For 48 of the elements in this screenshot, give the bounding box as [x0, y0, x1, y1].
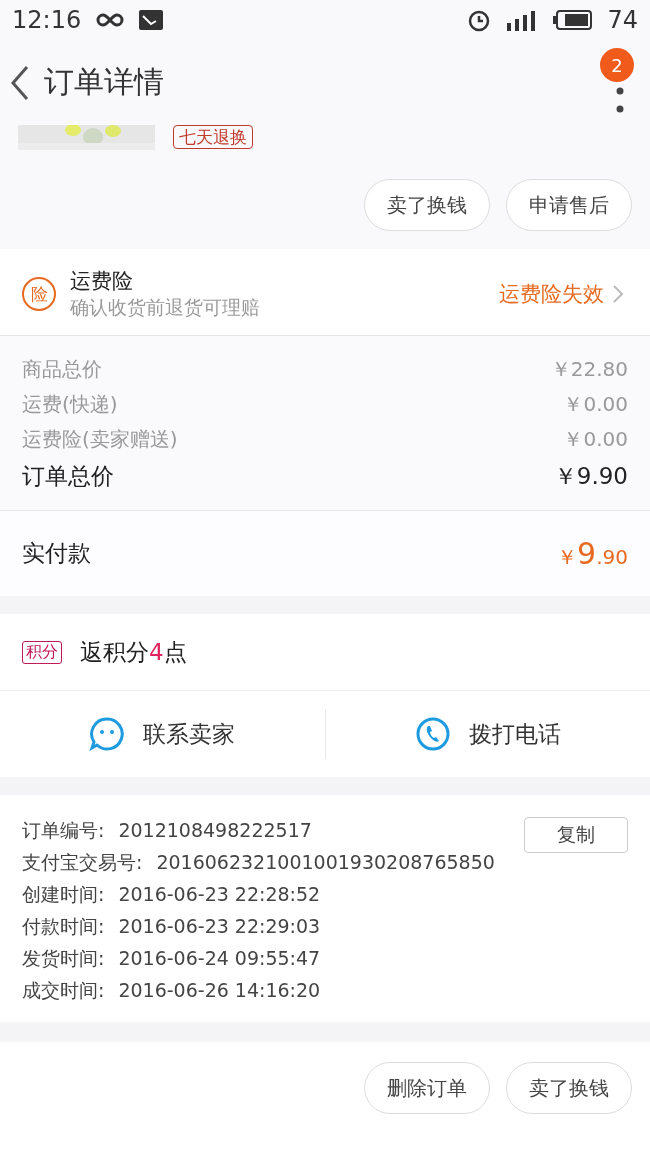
price-value: ￥22.80: [550, 356, 628, 383]
chevron-right-icon: [612, 284, 624, 304]
info-value: 2016-06-26 14:16:20: [118, 978, 321, 1003]
image-icon: [139, 10, 164, 30]
insurance-subtitle: 确认收货前退货可理赔: [70, 295, 261, 320]
info-value: 2016-06-23 22:28:52: [118, 882, 321, 907]
status-time: 12:16: [12, 6, 82, 34]
insurance-icon: 险: [22, 277, 56, 311]
return-policy-tag: 七天退换: [173, 125, 253, 149]
copy-button[interactable]: 复制: [524, 817, 628, 853]
battery-icon: [553, 9, 594, 31]
battery-level: 74: [607, 6, 638, 34]
info-label: 订单编号:: [22, 818, 105, 843]
info-value: 2016-06-23 22:29:03: [118, 914, 321, 939]
infinity-icon: [95, 12, 126, 28]
price-label: 运费(快递): [22, 391, 118, 418]
alarm-icon: [467, 8, 492, 32]
info-value: 2016-06-24 09:55:47: [118, 946, 321, 971]
insurance-title: 运费险: [70, 268, 134, 295]
phone-icon: [414, 716, 451, 752]
back-icon[interactable]: [10, 64, 30, 101]
info-value: 2016062321001001930208765850: [156, 850, 495, 875]
points-text: 返积分4点: [80, 637, 187, 667]
info-label: 支付宝交易号:: [22, 850, 143, 875]
chat-face-icon: [89, 716, 126, 752]
info-label: 发货时间:: [22, 946, 105, 971]
action-button[interactable]: 申请售后: [506, 179, 632, 231]
price-label: 商品总价: [22, 356, 102, 383]
info-label: 成交时间:: [22, 978, 105, 1003]
info-label: 创建时间:: [22, 882, 105, 907]
price-label: 运费险(卖家赠送): [22, 426, 178, 453]
action-button[interactable]: 删除订单: [364, 1062, 490, 1114]
price-value: ￥0.00: [563, 426, 628, 453]
order-total-value: ￥9.90: [553, 462, 628, 491]
points-tag: 积分: [22, 640, 62, 664]
notification-badge: 2: [600, 48, 634, 82]
action-button[interactable]: 卖了换钱: [506, 1062, 632, 1114]
action-button[interactable]: 卖了换钱: [364, 179, 490, 231]
order-total-label: 订单总价: [22, 462, 114, 491]
paid-label: 实付款: [22, 539, 91, 568]
more-icon[interactable]: [616, 86, 624, 113]
call-button[interactable]: 拨打电话: [325, 709, 650, 759]
price-value: ￥0.00: [563, 391, 628, 418]
contact-seller-button[interactable]: 联系卖家: [0, 709, 326, 759]
info-value: 2012108498222517: [118, 818, 312, 843]
paid-amount: ￥9.90: [557, 536, 628, 571]
page-title: 订单详情: [44, 63, 164, 101]
info-label: 付款时间:: [22, 914, 105, 939]
